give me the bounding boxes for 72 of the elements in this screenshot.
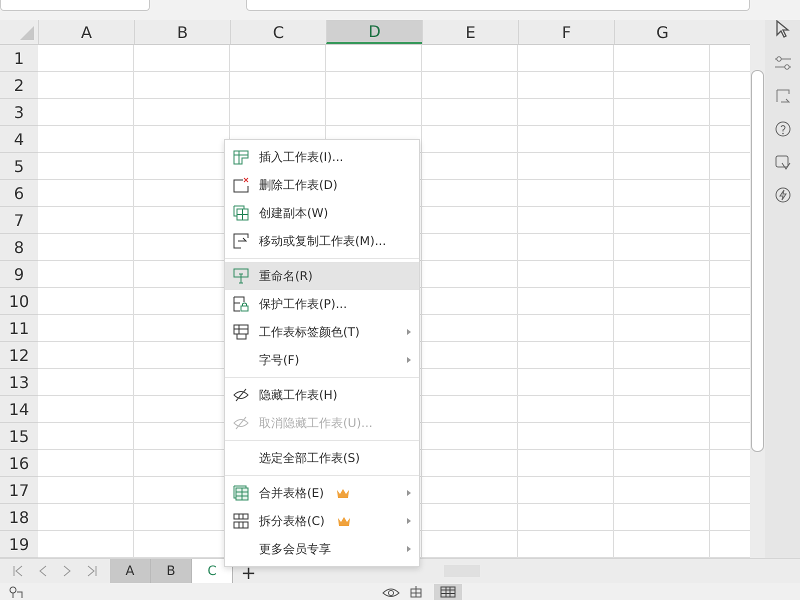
sheet-tab[interactable]: A xyxy=(110,559,151,583)
copy-sheet-icon xyxy=(233,205,249,221)
row-header[interactable]: 11 xyxy=(0,315,38,342)
row-header[interactable]: 3 xyxy=(0,99,38,126)
transfer-icon[interactable] xyxy=(774,88,790,104)
menu-item[interactable]: 工作表标签颜色(T) xyxy=(225,318,419,346)
column-header[interactable]: G xyxy=(614,20,710,44)
submenu-arrow-icon xyxy=(407,518,411,524)
row-header[interactable]: 18 xyxy=(0,504,38,531)
pointer-icon[interactable] xyxy=(774,20,790,38)
row-header[interactable]: 17 xyxy=(0,477,38,504)
submenu-arrow-icon xyxy=(407,490,411,496)
move-sheet-icon xyxy=(233,233,249,249)
macro-icon[interactable] xyxy=(8,586,24,598)
column-header[interactable]: B xyxy=(134,20,230,44)
menu-item[interactable]: 移动或复制工作表(M)... xyxy=(225,227,419,255)
eye-slash-icon xyxy=(233,388,249,402)
row-header[interactable]: 6 xyxy=(0,180,38,207)
menu-item[interactable]: 删除工作表(D) xyxy=(225,171,419,199)
sheet-tab[interactable]: C xyxy=(192,559,233,583)
row-header[interactable]: 2 xyxy=(0,72,38,99)
menu-item[interactable]: 合并表格(E) xyxy=(225,479,419,507)
sheet-delete-icon xyxy=(233,177,249,193)
row-header[interactable]: 19 xyxy=(0,531,38,558)
rename-icon xyxy=(233,268,249,284)
row-header[interactable]: 16 xyxy=(0,450,38,477)
row-header[interactable]: 15 xyxy=(0,423,38,450)
first-sheet-icon[interactable] xyxy=(13,565,24,577)
row-header[interactable]: 8 xyxy=(0,234,38,261)
row-header[interactable]: 10 xyxy=(0,288,38,315)
menu-item[interactable]: 隐藏工作表(H) xyxy=(225,381,419,409)
merge-table-icon xyxy=(233,485,249,501)
vertical-scrollbar[interactable] xyxy=(750,20,765,558)
submenu-arrow-icon xyxy=(407,546,411,552)
row-header[interactable]: 9 xyxy=(0,261,38,288)
crown-icon xyxy=(336,516,351,526)
eye-slash-icon xyxy=(233,416,249,430)
table-insert-icon xyxy=(233,149,249,165)
sliders-icon[interactable] xyxy=(774,55,792,71)
menu-item[interactable]: 拆分表格(C) xyxy=(225,507,419,535)
column-header[interactable]: E xyxy=(422,20,518,44)
menu-item[interactable]: 字号(F) xyxy=(225,346,419,374)
menu-item[interactable]: 保护工作表(P)... xyxy=(225,290,419,318)
sheet-tab[interactable]: B xyxy=(151,559,192,583)
next-sheet-icon[interactable] xyxy=(62,565,72,577)
last-sheet-icon[interactable] xyxy=(86,565,97,577)
menu-item[interactable]: 插入工作表(I)... xyxy=(225,143,419,171)
column-header[interactable]: F xyxy=(518,20,614,44)
menu-item[interactable]: 选定全部工作表(S) xyxy=(225,444,419,472)
help-icon[interactable] xyxy=(774,121,790,137)
row-header[interactable]: 13 xyxy=(0,369,38,396)
row-header[interactable]: 1 xyxy=(0,45,38,72)
lightning-icon[interactable] xyxy=(774,187,790,203)
menu-item[interactable]: 创建副本(W) xyxy=(225,199,419,227)
menu-item[interactable]: 重命名(R) xyxy=(225,262,419,290)
normal-view-button[interactable] xyxy=(434,584,462,600)
lock-sheet-icon xyxy=(233,296,249,312)
row-header[interactable]: 14 xyxy=(0,396,38,423)
formula-field[interactable] xyxy=(246,0,750,11)
split-table-icon xyxy=(233,513,249,529)
submenu-arrow-icon xyxy=(407,357,411,363)
submenu-arrow-icon xyxy=(407,329,411,335)
row-header[interactable]: 12 xyxy=(0,342,38,369)
row-header[interactable]: 4 xyxy=(0,126,38,153)
column-header[interactable]: A xyxy=(38,20,134,44)
eye-icon[interactable] xyxy=(382,586,400,598)
tab-color-icon xyxy=(233,324,249,340)
row-header[interactable]: 5 xyxy=(0,153,38,180)
row-header[interactable]: 7 xyxy=(0,207,38,234)
crown-icon xyxy=(336,488,350,498)
column-header[interactable]: D xyxy=(326,20,422,44)
previous-sheet-icon[interactable] xyxy=(38,565,48,577)
